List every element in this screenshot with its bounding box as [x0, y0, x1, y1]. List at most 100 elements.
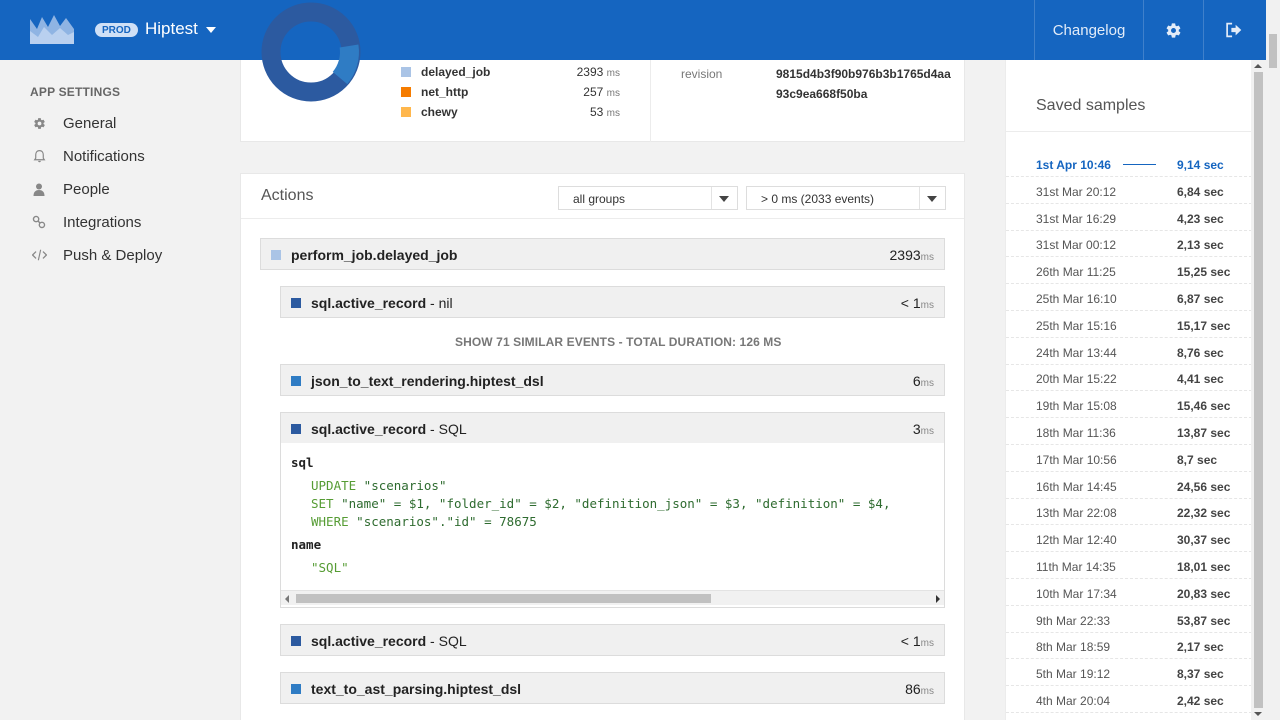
- legend-swatch: [401, 67, 411, 77]
- page-scrollbar[interactable]: [1266, 0, 1280, 720]
- duration-donut-chart: [261, 2, 361, 102]
- sample-date: 20th Mar 15:22: [1036, 372, 1117, 387]
- sample-duration: 8,37 sec: [1177, 667, 1224, 682]
- sidebar-item-label: Push & Deploy: [63, 246, 163, 264]
- saved-sample-row[interactable]: 25th Mar 15:16 15,17 sec: [1006, 311, 1252, 338]
- event-name: perform_job.delayed_job: [291, 247, 458, 263]
- chevron-down-icon: [719, 196, 729, 202]
- duration-filter-select[interactable]: > 0 ms (2033 events): [746, 186, 946, 210]
- event-row[interactable]: text_to_ast_parsing.hiptest_dsl 86ms: [280, 672, 945, 704]
- settings-button[interactable]: [1143, 0, 1203, 60]
- legend-value: 257 ms: [583, 85, 620, 99]
- sidebar-item-general[interactable]: General: [30, 112, 116, 134]
- scrollbar-thumb[interactable]: [296, 594, 711, 603]
- sample-date: 1st Apr 10:46: [1036, 158, 1111, 172]
- sample-date: 24th Mar 13:44: [1036, 345, 1117, 360]
- sample-duration: 15,17 sec: [1177, 318, 1231, 333]
- logout-button[interactable]: [1203, 0, 1263, 60]
- saved-sample-row[interactable]: 25th Mar 16:10 6,87 sec: [1006, 284, 1252, 311]
- sidebar-item-people[interactable]: People: [30, 178, 110, 200]
- scroll-right-icon[interactable]: [936, 595, 940, 603]
- sample-duration: 20,83 sec: [1177, 586, 1231, 601]
- mountain-logo-icon[interactable]: [30, 15, 74, 44]
- group-filter-select[interactable]: all groups: [558, 186, 738, 210]
- saved-sample-row[interactable]: 18th Mar 11:36 13,87 sec: [1006, 418, 1252, 445]
- event-color-swatch: [291, 298, 301, 308]
- saved-sample-row[interactable]: 11th Mar 14:35 18,01 sec: [1006, 552, 1252, 579]
- event-color-swatch: [291, 684, 301, 694]
- saved-sample-row[interactable]: 20th Mar 15:22 4,41 sec: [1006, 364, 1252, 392]
- scrollbar-thumb[interactable]: [1254, 72, 1263, 708]
- event-row[interactable]: json_to_text_rendering.hiptest_dsl 6ms: [280, 364, 945, 396]
- saved-sample-row[interactable]: 8th Mar 18:59 2,17 sec: [1006, 632, 1252, 660]
- event-name: sql.active_record - SQL: [311, 421, 467, 437]
- saved-sample-row[interactable]: 4th Mar 20:04 2,42 sec: [1006, 686, 1252, 713]
- saved-sample-row[interactable]: 9th Mar 22:33 53,87 sec: [1006, 606, 1252, 633]
- saved-sample-row[interactable]: 31st Mar 20:12 6,84 sec: [1006, 177, 1252, 204]
- sql-line: UPDATE "scenarios": [311, 478, 447, 493]
- samples-scrollbar[interactable]: [1251, 60, 1266, 720]
- saved-sample-row[interactable]: 13th Mar 22:08 22,32 sec: [1006, 498, 1252, 526]
- event-color-swatch: [291, 424, 301, 434]
- sidebar-item-notifications[interactable]: Notifications: [30, 145, 145, 167]
- saved-sample-row[interactable]: 24th Mar 13:44 8,76 sec: [1006, 338, 1252, 365]
- event-row[interactable]: sql.active_record - SQL < 1ms: [280, 624, 945, 656]
- sample-duration: 2,42 sec: [1177, 694, 1224, 708]
- sidebar-item-label: Notifications: [63, 147, 145, 165]
- event-duration: < 1ms: [900, 633, 934, 649]
- event-row-expanded[interactable]: sql.active_record - SQL 3ms: [280, 412, 945, 444]
- scroll-up-icon[interactable]: [1254, 64, 1262, 68]
- top-bar: PROD Hiptest Changelog: [0, 0, 1280, 60]
- chevron-down-icon[interactable]: [206, 27, 216, 33]
- saved-sample-row[interactable]: 31st Mar 00:12 2,13 sec: [1006, 230, 1252, 258]
- revision-value: 9815d4b3f90b976b3b1765d4aa93c9ea668f50ba: [776, 67, 951, 101]
- sample-duration: 53,87 sec: [1177, 613, 1231, 628]
- scroll-down-icon[interactable]: [1254, 712, 1262, 716]
- saved-sample-row[interactable]: 31st Mar 16:29 4,23 sec: [1006, 204, 1252, 231]
- sample-date: 13th Mar 22:08: [1036, 506, 1117, 521]
- event-duration: 3ms: [912, 421, 934, 437]
- scrollbar-thumb[interactable]: [1269, 34, 1277, 68]
- saved-sample-row[interactable]: 16th Mar 14:45 24,56 sec: [1006, 472, 1252, 499]
- name-value: "SQL": [311, 560, 349, 575]
- sample-date: 19th Mar 15:08: [1036, 399, 1117, 414]
- changelog-label: Changelog: [1052, 21, 1126, 39]
- chevron-down-icon: [927, 196, 937, 202]
- sample-duration: 2,13 sec: [1177, 238, 1224, 253]
- sample-date: 16th Mar 14:45: [1036, 479, 1117, 494]
- divider: [1006, 131, 1252, 132]
- event-color-swatch: [271, 250, 281, 260]
- sidebar-item-label: People: [63, 180, 110, 198]
- legend-name: delayed_job: [421, 65, 491, 79]
- actions-header: Actions all groups > 0 ms (2033 events): [241, 174, 964, 219]
- event-row[interactable]: sql.active_record - nil < 1ms: [280, 286, 945, 318]
- sample-date: 10th Mar 17:34: [1036, 586, 1117, 601]
- scroll-left-icon[interactable]: [285, 595, 289, 603]
- show-similar-events-link[interactable]: SHOW 71 SIMILAR EVENTS - TOTAL DURATION:…: [455, 335, 782, 349]
- sample-date: 11th Mar 14:35: [1036, 560, 1116, 574]
- changelog-link[interactable]: Changelog: [1034, 0, 1143, 60]
- saved-sample-row[interactable]: 26th Mar 11:25 15,25 sec: [1006, 257, 1252, 285]
- event-row-root[interactable]: perform_job.delayed_job 2393ms: [260, 238, 945, 270]
- user-icon: [30, 181, 48, 197]
- saved-sample-row[interactable]: 10th Mar 17:34 20,83 sec: [1006, 579, 1252, 606]
- sample-date: 12th Mar 12:40: [1036, 533, 1117, 548]
- saved-sample-row[interactable]: 17th Mar 10:56 8,7 sec: [1006, 445, 1252, 472]
- horizontal-scrollbar[interactable]: [281, 590, 944, 605]
- sample-duration: 4,41 sec: [1177, 372, 1224, 387]
- saved-sample-row[interactable]: 19th Mar 15:08 15,46 sec: [1006, 391, 1252, 419]
- legend-name: chewy: [421, 105, 458, 119]
- sidebar-item-integrations[interactable]: Integrations: [30, 211, 141, 233]
- sample-date: 31st Mar 00:12: [1036, 238, 1117, 253]
- sidebar-item-push-deploy[interactable]: Push & Deploy: [30, 244, 162, 266]
- performance-summary-card: delayed_job 2393 ms net_http 257 ms chew…: [240, 2, 965, 142]
- legend-item: delayed_job 2393 ms: [401, 63, 621, 79]
- saved-sample-row[interactable]: 5th Mar 19:12 8,37 sec: [1006, 659, 1252, 687]
- saved-samples-panel: Saved samples 1st Apr 10:46 9,14 sec 31st …: [1005, 60, 1252, 720]
- saved-sample-row[interactable]: 1st Apr 10:46 9,14 sec: [1006, 150, 1252, 177]
- saved-sample-row[interactable]: 12th Mar 12:40 30,37 sec: [1006, 525, 1252, 553]
- gear-icon: [1166, 22, 1181, 38]
- group-filter-value: all groups: [573, 192, 626, 206]
- sidebar-item-label: Integrations: [63, 213, 142, 231]
- app-switcher[interactable]: Hiptest: [145, 19, 198, 39]
